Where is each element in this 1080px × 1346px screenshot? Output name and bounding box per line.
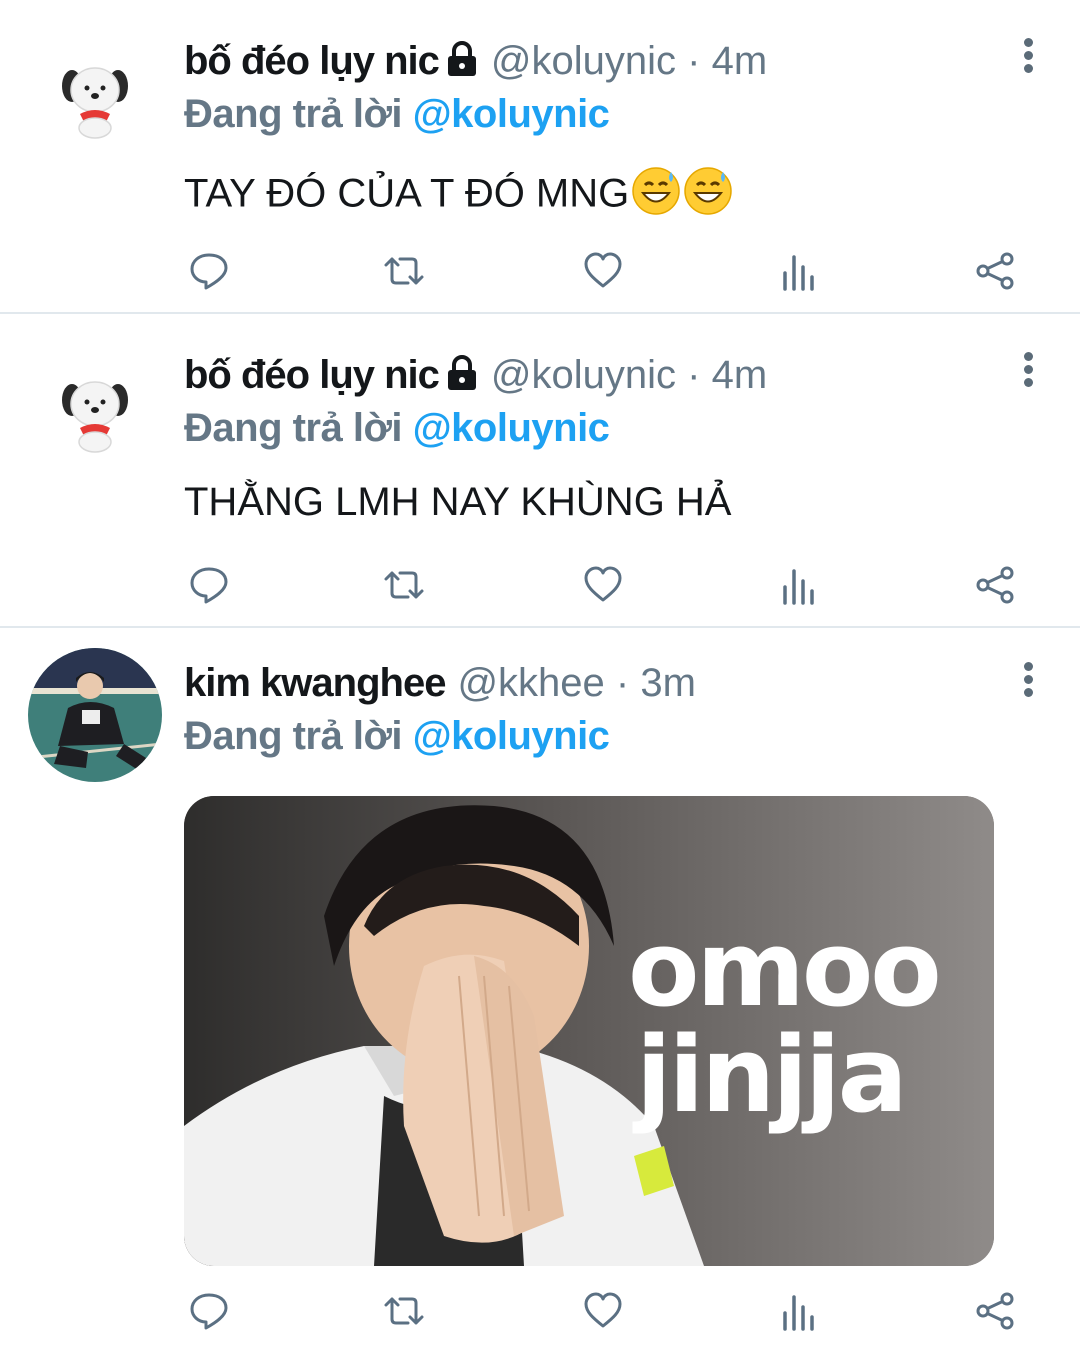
avatar[interactable] — [28, 648, 162, 782]
avatar[interactable] — [28, 28, 162, 162]
dog-avatar-icon — [28, 28, 162, 162]
share-icon[interactable] — [970, 550, 1020, 620]
grinning-sweat-emoji — [631, 166, 681, 226]
retweet-icon[interactable] — [379, 1276, 429, 1346]
action-bar — [184, 550, 1020, 620]
tweet[interactable]: kim kwanghee @kkhee · 3m Đang trả lời @k… — [0, 628, 1080, 1341]
reply-mention-link[interactable]: @koluynic — [413, 714, 610, 758]
display-name[interactable]: bố đéo lụy nic — [184, 39, 440, 84]
more-options-icon[interactable] — [1018, 662, 1038, 698]
tweet-text: THẰNG LMH NAY KHÙNG HẢ — [184, 480, 731, 525]
reply-context: Đang trả lời @koluynic — [184, 92, 610, 137]
meme-caption: omoo jinjja — [184, 796, 994, 1266]
tweet-header: bố đéo lụy nic @koluynic · 4m — [184, 36, 767, 86]
reply-icon[interactable] — [184, 236, 234, 306]
reply-context: Đang trả lời @koluynic — [184, 714, 610, 759]
display-name[interactable]: bố đéo lụy nic — [184, 353, 440, 398]
tweet[interactable]: bố đéo lụy nic @koluynic · 4m Đang trả l… — [0, 314, 1080, 626]
tweet-text-content: THẰNG LMH NAY KHÙNG HẢ — [184, 480, 732, 524]
reply-icon[interactable] — [184, 550, 234, 620]
share-icon[interactable] — [970, 236, 1020, 306]
tweet[interactable]: bố đéo lụy nic @koluynic · 4m Đang trả l… — [0, 0, 1080, 312]
lock-icon — [445, 354, 479, 396]
retweet-icon[interactable] — [379, 236, 429, 306]
reply-prefix: Đang trả lời — [184, 714, 403, 758]
tweet-text: TAY ĐÓ CỦA T ĐÓ MNG — [184, 166, 733, 226]
share-icon[interactable] — [970, 1276, 1020, 1346]
handle-time[interactable]: @kkhee · 3m — [457, 661, 695, 706]
lock-icon — [445, 40, 479, 82]
like-icon[interactable] — [578, 1276, 628, 1346]
tweet-header: kim kwanghee @kkhee · 3m — [184, 658, 696, 708]
grinning-sweat-emoji — [683, 166, 733, 226]
handle-time[interactable]: @koluynic · 4m — [491, 353, 767, 398]
reply-prefix: Đang trả lời — [184, 92, 403, 136]
meme-text-line2: jinjja — [636, 1014, 908, 1136]
more-options-icon[interactable] — [1018, 38, 1038, 74]
analytics-icon[interactable] — [774, 1276, 824, 1346]
retweet-icon[interactable] — [379, 550, 429, 620]
reply-mention-link[interactable]: @koluynic — [413, 406, 610, 450]
avatar[interactable] — [28, 342, 162, 476]
tweet-text-content: TAY ĐÓ CỦA T ĐÓ MNG — [184, 171, 630, 216]
dog-avatar-icon — [28, 342, 162, 476]
action-bar — [184, 236, 1020, 306]
handle-time[interactable]: @koluynic · 4m — [491, 39, 767, 84]
tweet-header: bố đéo lụy nic @koluynic · 4m — [184, 350, 767, 400]
meme-text-line1: omoo — [628, 908, 942, 1030]
more-options-icon[interactable] — [1018, 352, 1038, 388]
action-bar — [184, 1276, 1020, 1346]
reply-mention-link[interactable]: @koluynic — [413, 92, 610, 136]
display-name[interactable]: kim kwanghee — [184, 661, 446, 706]
reply-prefix: Đang trả lời — [184, 406, 403, 450]
person-avatar-icon — [28, 648, 162, 782]
media-image[interactable]: omoo jinjja — [184, 796, 994, 1266]
analytics-icon[interactable] — [774, 550, 824, 620]
like-icon[interactable] — [578, 236, 628, 306]
analytics-icon[interactable] — [774, 236, 824, 306]
reply-context: Đang trả lời @koluynic — [184, 406, 610, 451]
reply-icon[interactable] — [184, 1276, 234, 1346]
like-icon[interactable] — [578, 550, 628, 620]
